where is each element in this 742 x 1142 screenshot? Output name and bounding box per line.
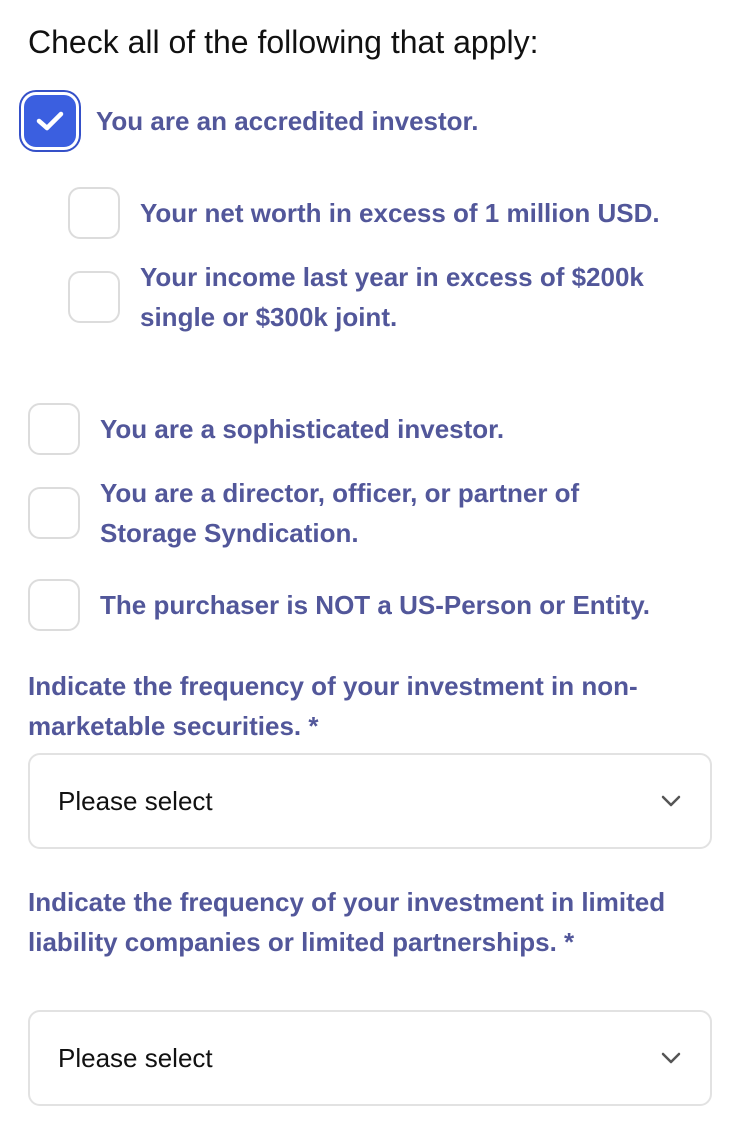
sophisticated-investor-label: You are a sophisticated investor. bbox=[100, 414, 505, 444]
page-heading: Check all of the following that apply: bbox=[28, 24, 539, 60]
net-worth-label: Your net worth in excess of 1 million US… bbox=[140, 198, 660, 228]
frequency-llc-value: Please select bbox=[58, 1042, 213, 1073]
income-label: Your income last year in excess of $200k… bbox=[140, 262, 644, 332]
checkmark-icon bbox=[36, 111, 64, 131]
chevron-down-icon bbox=[660, 794, 682, 808]
accredited-investor-label: You are an accredited investor. bbox=[96, 106, 479, 136]
director-officer-partner-checkbox[interactable] bbox=[28, 487, 80, 539]
option-director-officer-partner[interactable]: You are a director, officer, or partner … bbox=[28, 473, 668, 553]
option-net-worth[interactable]: Your net worth in excess of 1 million US… bbox=[68, 187, 660, 239]
frequency-non-marketable-label: Indicate the frequency of your investmen… bbox=[28, 671, 638, 741]
chevron-down-icon bbox=[660, 1051, 682, 1065]
sophisticated-investor-checkbox[interactable] bbox=[28, 403, 80, 455]
frequency-non-marketable-value: Please select bbox=[58, 785, 213, 816]
non-us-person-checkbox[interactable] bbox=[28, 579, 80, 631]
accredited-investor-checkbox[interactable] bbox=[24, 95, 76, 147]
frequency-llc-label: Indicate the frequency of your investmen… bbox=[28, 887, 666, 957]
option-income[interactable]: Your income last year in excess of $200k… bbox=[68, 257, 708, 337]
option-non-us-person[interactable]: The purchaser is NOT a US-Person or Enti… bbox=[28, 579, 650, 631]
non-us-person-label: The purchaser is NOT a US-Person or Enti… bbox=[100, 590, 650, 620]
income-checkbox[interactable] bbox=[68, 271, 120, 323]
net-worth-checkbox[interactable] bbox=[68, 187, 120, 239]
option-sophisticated-investor[interactable]: You are a sophisticated investor. bbox=[28, 403, 504, 455]
frequency-non-marketable-select[interactable]: Please select bbox=[28, 753, 712, 849]
frequency-llc-select[interactable]: Please select bbox=[28, 1010, 712, 1106]
director-officer-partner-label: You are a director, officer, or partner … bbox=[100, 478, 580, 548]
option-accredited-investor[interactable]: You are an accredited investor. bbox=[24, 95, 478, 147]
